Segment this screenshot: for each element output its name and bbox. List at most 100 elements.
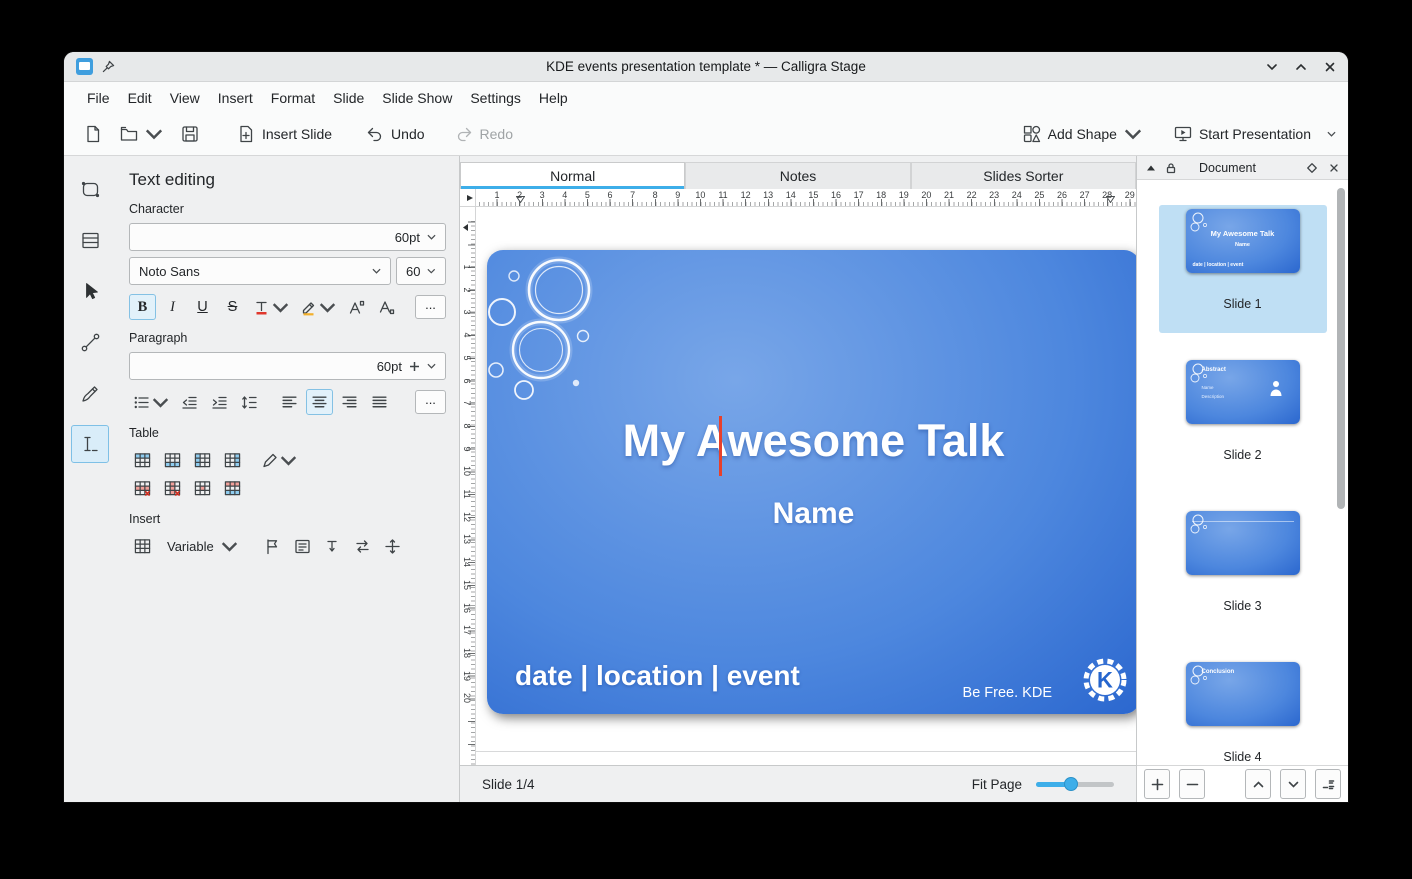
table-border-pen-button[interactable]: [257, 447, 301, 473]
insert-column-left-button[interactable]: [189, 447, 216, 473]
move-slide-up-button[interactable]: [1245, 769, 1271, 799]
main-toolbar: Insert Slide Undo Redo Add Shape Start P…: [64, 113, 1348, 156]
move-slide-down-button[interactable]: [1280, 769, 1306, 799]
menu-format[interactable]: Format: [262, 85, 324, 111]
font-size-combobox[interactable]: 60: [396, 257, 446, 285]
scrollbar-thumb[interactable]: [1337, 188, 1345, 509]
pin-icon[interactable]: [102, 60, 115, 73]
redo-button[interactable]: Redo: [447, 118, 521, 150]
underline-button[interactable]: U: [189, 294, 216, 320]
change-tracking-button[interactable]: [349, 533, 376, 559]
float-docker-icon[interactable]: [1306, 162, 1318, 174]
italic-button[interactable]: I: [159, 294, 186, 320]
zoom-slider-handle[interactable]: [1064, 777, 1078, 791]
insert-row-above-button[interactable]: [129, 447, 156, 473]
slide-canvas[interactable]: My Awesome Talk Name date | location | e…: [476, 207, 1136, 765]
line-spacing-button[interactable]: [236, 389, 263, 415]
thumbnail-scrollbar[interactable]: [1337, 186, 1346, 759]
align-right-button[interactable]: [336, 389, 363, 415]
zoom-mode-label[interactable]: Fit Page: [972, 777, 1022, 792]
insert-row-below-button[interactable]: [159, 447, 186, 473]
tab-normal[interactable]: Normal: [460, 162, 685, 189]
vertical-ruler[interactable]: 1234567891011121314151617181920: [460, 207, 476, 765]
insert-slide-button[interactable]: Insert Slide: [229, 118, 340, 150]
bold-button[interactable]: B: [129, 294, 156, 320]
slide-thumbnail-3[interactable]: Slide 3: [1159, 507, 1327, 635]
resize-shape-button[interactable]: [379, 533, 406, 559]
tool-slide-layout[interactable]: [71, 221, 109, 259]
tab-slides-sorter[interactable]: Slides Sorter: [911, 162, 1136, 189]
slide-title-text[interactable]: My Awesome Talk: [487, 415, 1136, 467]
highlight-color-button[interactable]: [296, 294, 340, 320]
menu-help[interactable]: Help: [530, 85, 577, 111]
undo-button[interactable]: Undo: [358, 118, 432, 150]
menu-settings[interactable]: Settings: [461, 85, 530, 111]
font-color-button[interactable]: [249, 294, 293, 320]
menu-insert[interactable]: Insert: [209, 85, 262, 111]
align-center-button[interactable]: [306, 389, 333, 415]
chevron-down-icon: [152, 394, 169, 411]
paragraph-more-button[interactable]: ...: [415, 390, 446, 414]
start-presentation-button[interactable]: Start Presentation: [1166, 118, 1319, 150]
list-style-button[interactable]: [129, 389, 173, 415]
plus-icon: [409, 361, 420, 372]
character-more-button[interactable]: ...: [415, 295, 446, 319]
decrease-indent-button[interactable]: [176, 389, 203, 415]
horizontal-ruler[interactable]: 1234567891011121314151617181920212223242…: [476, 189, 1136, 207]
slide-footer-text[interactable]: date | location | event: [515, 660, 800, 692]
slide-overview-button[interactable]: [1315, 769, 1341, 799]
font-family-combobox[interactable]: Noto Sans: [129, 257, 391, 285]
delete-column-button[interactable]: [159, 475, 186, 501]
add-slide-button[interactable]: [1144, 769, 1170, 799]
split-cells-button[interactable]: [219, 475, 246, 501]
slide-branding-text: Be Free. KDE: [963, 685, 1052, 701]
tool-text-editing[interactable]: [71, 425, 109, 463]
paragraph-spacing-combobox[interactable]: 60pt: [129, 352, 446, 380]
merge-cells-button[interactable]: [189, 475, 216, 501]
menu-slide[interactable]: Slide: [324, 85, 373, 111]
add-shape-button[interactable]: Add Shape: [1015, 118, 1150, 150]
minimize-button[interactable]: [1266, 61, 1278, 73]
strikethrough-button[interactable]: S: [219, 294, 246, 320]
tool-interaction[interactable]: [71, 272, 109, 310]
character-style-combobox[interactable]: 60pt: [129, 223, 446, 251]
slide-thumbnail-2[interactable]: Abstract Name Description Slide 2: [1159, 356, 1327, 484]
slide-subtitle-text[interactable]: Name: [487, 497, 1136, 531]
increase-indent-button[interactable]: [206, 389, 233, 415]
align-left-button[interactable]: [276, 389, 303, 415]
zoom-slider[interactable]: [1036, 782, 1114, 787]
titlebar[interactable]: KDE events presentation template * — Cal…: [64, 52, 1348, 82]
lock-icon[interactable]: [1165, 162, 1177, 174]
variable-dropdown[interactable]: Variable: [159, 533, 246, 559]
subscript-button[interactable]: [373, 294, 400, 320]
bookmark-button[interactable]: [259, 533, 286, 559]
insert-text-direction-button[interactable]: [319, 533, 346, 559]
delete-row-button[interactable]: [129, 475, 156, 501]
paragraph-section-label: Paragraph: [129, 331, 446, 345]
tool-shape-handling[interactable]: [71, 170, 109, 208]
insert-column-right-button[interactable]: [219, 447, 246, 473]
insert-table-button[interactable]: [129, 533, 156, 559]
close-docker-icon[interactable]: [1328, 162, 1340, 174]
menu-view[interactable]: View: [161, 85, 209, 111]
collapse-arrow-icon[interactable]: [1145, 162, 1157, 174]
tab-notes[interactable]: Notes: [685, 162, 910, 189]
slide-editor[interactable]: My Awesome Talk Name date | location | e…: [487, 250, 1136, 714]
slide-thumbnail-1[interactable]: My Awesome Talk Name date | location | e…: [1159, 205, 1327, 333]
toolbar-overflow-chevron-icon[interactable]: [1327, 131, 1336, 137]
new-document-button[interactable]: [76, 118, 110, 150]
delete-slide-button[interactable]: [1179, 769, 1205, 799]
menu-edit[interactable]: Edit: [119, 85, 161, 111]
align-justify-button[interactable]: [366, 389, 393, 415]
close-button[interactable]: [1324, 61, 1336, 73]
open-document-button[interactable]: [112, 118, 171, 150]
slide-thumbnail-4[interactable]: Conclusion Slide 4: [1159, 658, 1327, 765]
superscript-button[interactable]: [343, 294, 370, 320]
menu-file[interactable]: File: [78, 85, 119, 111]
tool-connection[interactable]: [71, 323, 109, 361]
save-button[interactable]: [173, 118, 207, 150]
menu-slide-show[interactable]: Slide Show: [373, 85, 461, 111]
tool-calligraphy[interactable]: [71, 374, 109, 412]
insert-frame-button[interactable]: [289, 533, 316, 559]
maximize-button[interactable]: [1295, 61, 1307, 73]
